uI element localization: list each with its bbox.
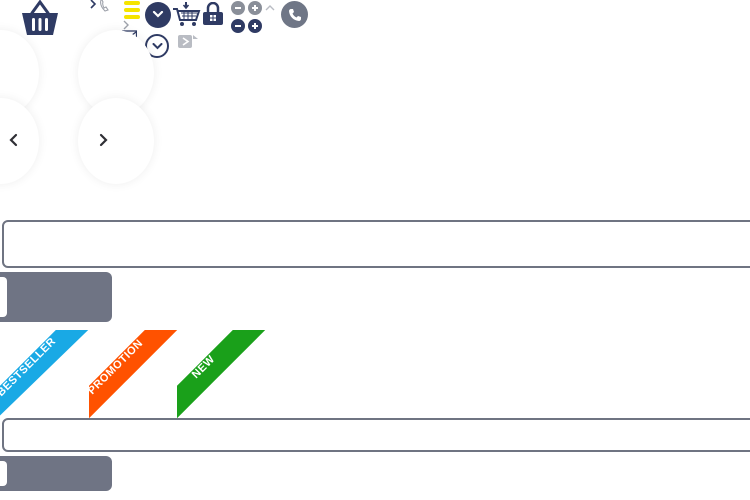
- promotion-badge: PROMOTION: [89, 330, 179, 420]
- phone-icon[interactable]: [281, 1, 308, 28]
- submit-button[interactable]: [0, 272, 112, 322]
- secondary-submit-button[interactable]: [0, 456, 112, 491]
- bestseller-badge: BESTSELLER: [0, 330, 90, 420]
- search-input[interactable]: [2, 220, 750, 268]
- phone-small-icon: [99, 0, 109, 15]
- arrow-left-icon[interactable]: [3, 129, 25, 151]
- new-badge: NEW: [177, 330, 267, 420]
- chevron-down-icon[interactable]: [145, 2, 171, 28]
- bestseller-label: BESTSELLER: [0, 335, 59, 399]
- hamburger-menu-icon[interactable]: [122, 0, 142, 20]
- shopping-cart-icon[interactable]: [172, 0, 202, 28]
- lock-icon[interactable]: [200, 1, 226, 26]
- promotion-label: PROMOTION: [89, 337, 146, 397]
- button-notch: [0, 277, 7, 317]
- basket-icon[interactable]: [18, 0, 62, 38]
- plus-icon[interactable]: [248, 19, 262, 33]
- new-label: NEW: [189, 353, 218, 382]
- minus-icon[interactable]: [231, 19, 245, 33]
- plus-icon[interactable]: [248, 1, 262, 15]
- minus-icon[interactable]: [231, 1, 245, 15]
- button-notch: [0, 461, 7, 486]
- chevron-up-icon[interactable]: [264, 0, 276, 16]
- arrow-right-icon[interactable]: [92, 129, 114, 151]
- newsletter-input[interactable]: [2, 418, 750, 452]
- page: BESTSELLER PROMOTION NEW: [0, 0, 750, 500]
- play-arrow-icon[interactable]: [177, 33, 199, 50]
- chevron-right-icon: [88, 0, 98, 11]
- carousel-slide-placeholder: [78, 98, 154, 184]
